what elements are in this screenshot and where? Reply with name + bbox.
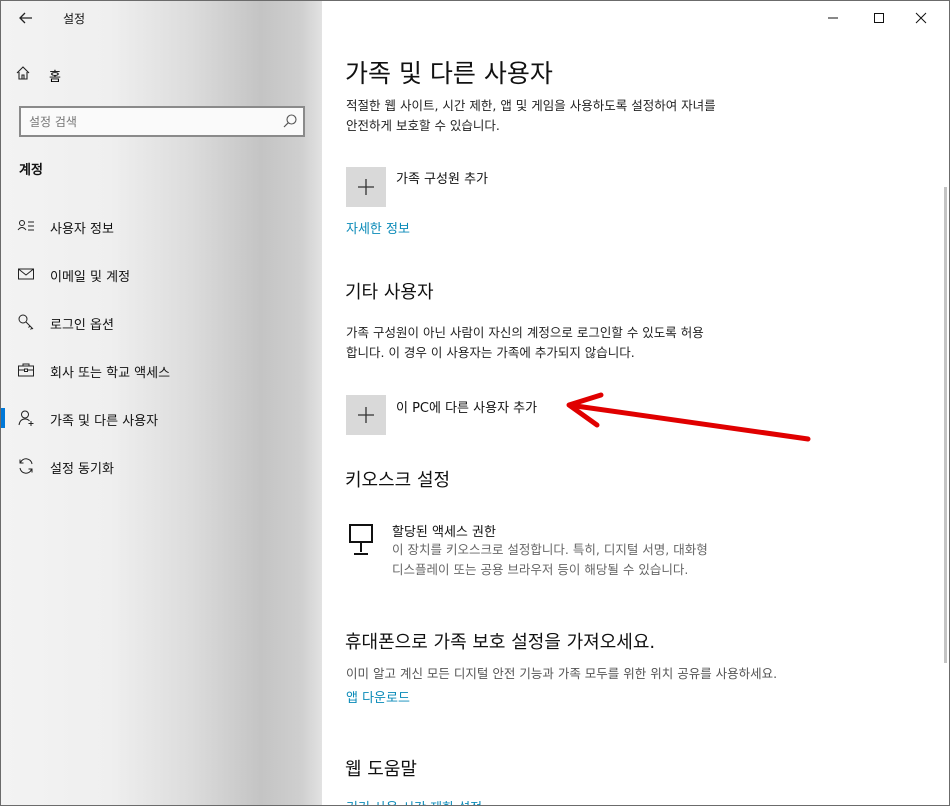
search-input[interactable]	[29, 112, 269, 132]
back-button[interactable]	[13, 6, 39, 30]
intro-text-line1: 적절한 웹 사이트, 시간 제한, 앱 및 게임을 사용하도록 설정하여 자녀를	[346, 98, 716, 113]
web-help-title: 웹 도움말	[345, 759, 417, 780]
maximize-icon	[874, 13, 884, 23]
mail-icon	[17, 265, 37, 283]
search-icon[interactable]	[281, 112, 299, 130]
sidebar-item-label: 로그인 옵션	[50, 318, 114, 333]
kiosk-icon[interactable]	[348, 523, 376, 557]
sidebar-item-family-other-users[interactable]: 가족 및 다른 사용자	[1, 404, 322, 432]
person-card-icon	[17, 217, 37, 235]
more-info-link[interactable]: 자세한 정보	[346, 218, 410, 237]
kiosk-title: 키오스크 설정	[345, 470, 451, 491]
sidebar-item-label: 이메일 및 계정	[50, 270, 131, 285]
active-indicator	[1, 408, 5, 428]
assigned-access-desc-line1: 이 장치를 키오스크로 설정합니다. 특히, 디지털 서명, 대화형	[392, 542, 708, 557]
scrollbar[interactable]	[944, 187, 947, 663]
phone-family-title: 휴대폰으로 가족 보호 설정을 가져오세요.	[345, 632, 656, 653]
plus-icon	[358, 179, 374, 195]
minimize-button[interactable]	[810, 5, 856, 31]
page-title: 가족 및 다른 사용자	[345, 59, 553, 88]
home-icon	[15, 65, 39, 85]
add-family-member-label[interactable]: 가족 구성원 추가	[396, 168, 488, 187]
add-other-user-button[interactable]	[346, 395, 386, 435]
maximize-button[interactable]	[856, 5, 902, 31]
key-icon	[17, 313, 37, 331]
add-family-member-button[interactable]	[346, 167, 386, 207]
sidebar-item-email[interactable]: 이메일 및 계정	[1, 260, 322, 288]
sidebar-item-label: 사용자 정보	[50, 222, 114, 237]
sidebar-item-label: 설정 동기화	[50, 462, 114, 477]
assigned-access-desc-line2: 디스플레이 또는 공용 브라우저 등이 해당될 수 있습니다.	[392, 562, 689, 577]
minimize-icon	[828, 17, 838, 19]
sidebar: 설정 홈 계정 사용자 정보 이메일 및 계정	[1, 1, 322, 805]
section-label-accounts: 계정	[19, 163, 43, 178]
main-content: 가족 및 다른 사용자 적절한 웹 사이트, 시간 제한, 앱 및 게임을 사용…	[322, 1, 949, 805]
other-users-text-line2: 합니다. 이 경우 이 사용자는 가족에 추가되지 않습니다.	[346, 345, 635, 360]
settings-window: 설정 홈 계정 사용자 정보 이메일 및 계정	[0, 0, 950, 806]
sidebar-item-signin-options[interactable]: 로그인 옵션	[1, 308, 322, 336]
other-users-text-line1: 가족 구성원이 아닌 사람이 자신의 계정으로 로그인할 수 있도록 허용	[346, 325, 704, 340]
sidebar-home[interactable]: 홈	[15, 63, 61, 87]
briefcase-icon	[17, 361, 37, 379]
back-arrow-icon	[19, 12, 32, 24]
assigned-access-title[interactable]: 할당된 액세스 권한	[392, 521, 496, 540]
close-icon	[915, 12, 927, 24]
app-download-link[interactable]: 앱 다운로드	[346, 687, 410, 706]
sync-icon	[17, 457, 37, 475]
plus-icon	[358, 407, 374, 423]
sidebar-item-work-school[interactable]: 회사 또는 학교 액세스	[1, 356, 322, 384]
sidebar-item-your-info[interactable]: 사용자 정보	[1, 212, 322, 240]
close-button[interactable]	[898, 5, 944, 31]
app-title: 설정	[63, 12, 86, 26]
sidebar-item-label: 회사 또는 학교 액세스	[50, 366, 171, 381]
other-users-title: 기타 사용자	[345, 282, 434, 303]
home-label: 홈	[49, 69, 61, 85]
settings-search[interactable]	[19, 106, 305, 137]
title-bar: 설정	[1, 1, 322, 35]
screen-time-link[interactable]: 기기 사용 시간 제한 설정	[346, 797, 482, 805]
sidebar-item-label: 가족 및 다른 사용자	[50, 414, 159, 429]
person-add-icon	[17, 409, 37, 427]
add-other-user-label[interactable]: 이 PC에 다른 사용자 추가	[396, 397, 537, 416]
phone-family-desc: 이미 알고 계신 모든 디지털 안전 기능과 가족 모두를 위한 위치 공유를 …	[346, 666, 778, 681]
sidebar-item-sync[interactable]: 설정 동기화	[1, 452, 322, 480]
intro-text-line2: 안전하게 보호할 수 있습니다.	[346, 118, 500, 133]
